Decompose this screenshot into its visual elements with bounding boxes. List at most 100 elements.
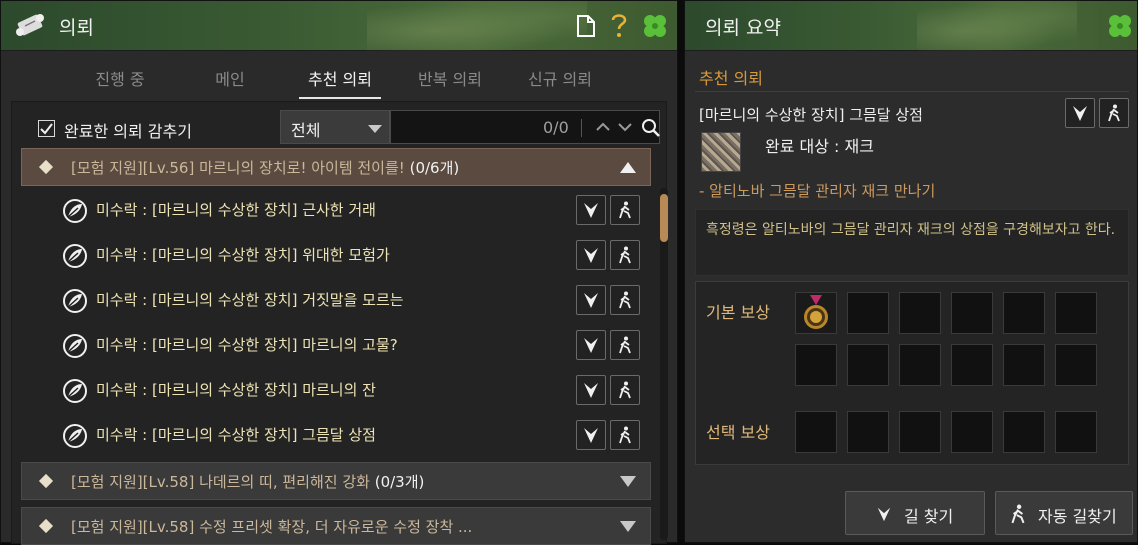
tab-main[interactable]: 메인 [199,66,261,90]
titlebar-decoration [917,1,1077,51]
quest-item-label: 미수락 : [마르니의 수상한 장치] 마르니의 고물? [96,336,398,354]
tab-repeat[interactable]: 반복 의뢰 [409,66,491,90]
auto-path-button[interactable] [610,195,640,225]
auto-path-button[interactable] [1099,98,1129,128]
quest-group-title: [모험 지원][Lv.56] 마르니의 장치로! 아이템 전이를! (0/6개) [71,159,460,177]
quest-leaf-icon [63,244,87,268]
auto-path-button[interactable] [610,375,640,405]
quest-item-label: 미수락 : [마르니의 수상한 장치] 마르니의 잔 [96,381,376,399]
quest-item-label: 미수락 : [마르니의 수상한 장치] 위대한 모험가 [96,246,390,264]
auto-path-button[interactable] [610,285,640,315]
choice-reward-slot[interactable] [847,411,889,453]
scrollbar-thumb[interactable] [660,194,668,242]
waypoint-button[interactable] [576,375,606,405]
diamond-icon [38,518,54,534]
auto-find-path-button[interactable]: 자동 길찾기 [995,491,1133,535]
help-icon[interactable] [610,13,628,39]
reward-slot[interactable] [847,344,889,386]
waypoint-button[interactable] [576,285,606,315]
category-select[interactable]: 전체 [280,110,390,144]
hide-completed-checkbox[interactable] [38,120,55,137]
titlebar-decoration [367,1,587,51]
chevron-up-icon[interactable] [595,117,611,137]
tab-new[interactable]: 신규 의뢰 [519,66,601,90]
waypoint-button[interactable] [1065,98,1095,128]
scroll-icon [16,14,44,36]
quest-summary-panel: 의뢰 요약 추천 의뢰 [마르니의 수상한 장치] 그믐달 상점 완료 대상 :… [684,0,1138,543]
tab-in-progress[interactable]: 진행 중 [81,66,159,90]
waypoint-button[interactable] [576,330,606,360]
waypoint-button[interactable] [576,420,606,450]
waypoint-icon [584,203,598,218]
quest-leaf-icon [63,424,87,448]
quest-item[interactable]: 미수락 : [마르니의 수상한 장치] 마르니의 고물? [52,325,642,365]
quest-item-label: 미수락 : [마르니의 수상한 장치] 그믐달 상점 [96,426,376,444]
reward-slot[interactable] [951,292,993,334]
medal-icon [804,295,828,329]
quest-group-row[interactable]: [모험 지원][Lv.56] 마르니의 장치로! 아이템 전이를! (0/6개) [21,148,651,186]
auto-path-button[interactable] [610,330,640,360]
choice-reward-slot[interactable] [951,411,993,453]
search-input[interactable]: 0/0 [390,110,660,144]
target-npc-portrait [701,132,741,172]
choice-reward-slot[interactable] [899,411,941,453]
choice-reward-slot[interactable] [1003,411,1045,453]
hide-completed-label[interactable]: 완료한 의뢰 감추기 [64,118,192,142]
quest-summary-titlebar[interactable]: 의뢰 요약 [685,1,1137,51]
collapse-arrow-icon[interactable] [620,162,636,173]
reward-slot[interactable] [951,344,993,386]
expand-arrow-icon[interactable] [620,476,636,487]
chevron-down-icon[interactable] [617,117,633,137]
waypoint-button[interactable] [576,195,606,225]
quest-list-area: 완료한 의뢰 감추기 전체 0/0 [모험 지원][Lv.56] 마르니의 장치… [11,101,668,545]
waypoint-icon [877,507,891,522]
clover-icon[interactable] [1107,13,1133,39]
quest-item[interactable]: 미수락 : [마르니의 수상한 장치] 그믐달 상점 [52,415,642,455]
search-icon[interactable] [641,118,661,138]
walking-person-icon [619,426,631,444]
diamond-icon [38,473,54,489]
search-separator [581,119,582,137]
expand-arrow-icon[interactable] [620,521,636,532]
quest-item[interactable]: 미수락 : [마르니의 수상한 장치] 거짓말을 모르는 [52,280,642,320]
reward-slot[interactable] [795,292,837,334]
auto-path-button[interactable] [610,240,640,270]
reward-slot[interactable] [899,292,941,334]
quest-item-label: 미수락 : [마르니의 수상한 장치] 거짓말을 모르는 [96,291,404,309]
waypoint-icon [584,293,598,308]
document-icon[interactable] [576,15,596,37]
reward-box: 기본 보상 선택 보상 [695,281,1129,465]
tab-recommended[interactable]: 추천 의뢰 [299,66,381,90]
caret-down-icon [368,125,382,133]
quest-item[interactable]: 미수락 : [마르니의 수상한 장치] 위대한 모험가 [52,235,642,275]
choice-reward-slot[interactable] [1055,411,1097,453]
auto-find-path-label: 자동 길찾기 [1038,507,1117,526]
reward-slot[interactable] [899,344,941,386]
auto-path-button[interactable] [610,420,640,450]
choice-reward-slot[interactable] [795,411,837,453]
reward-slot[interactable] [1003,344,1045,386]
active-tab-indicator [299,97,381,99]
quest-list-scrollbar[interactable] [660,188,668,540]
reward-slot[interactable] [1055,292,1097,334]
diamond-icon [38,159,54,175]
reward-slot[interactable] [1003,292,1045,334]
reward-slot[interactable] [1055,344,1097,386]
walking-person-icon [1011,504,1025,524]
waypoint-button[interactable] [576,240,606,270]
quest-group-title: [모험 지원][Lv.58] 수정 프리셋 확장, 더 자유로운 수정 장착 .… [71,518,473,536]
waypoint-icon [584,248,598,263]
clover-icon[interactable] [642,13,668,39]
quest-item[interactable]: 미수락 : [마르니의 수상한 장치] 근사한 거래 [52,190,642,230]
quest-panel-title: 의뢰 [59,17,94,39]
reward-slot[interactable] [795,344,837,386]
quest-item[interactable]: 미수락 : [마르니의 수상한 장치] 마르니의 잔 [52,370,642,410]
quest-group-row[interactable]: [모험 지원][Lv.58] 나데르의 띠, 편리해진 강화 (0/3개) [21,462,651,500]
quest-description-box: 흑정령은 알티노바의 그믐달 관리자 재크의 상점을 구경해보자고 한다. [695,209,1129,276]
reward-slot[interactable] [847,292,889,334]
checkmark-icon [40,123,53,135]
quest-panel-titlebar[interactable]: 의뢰 [1,1,677,51]
quest-group-row[interactable]: [모험 지원][Lv.58] 수정 프리셋 확장, 더 자유로운 수정 장착 .… [21,507,651,545]
walking-person-icon [619,246,631,264]
find-path-button[interactable]: 길 찾기 [845,491,985,535]
